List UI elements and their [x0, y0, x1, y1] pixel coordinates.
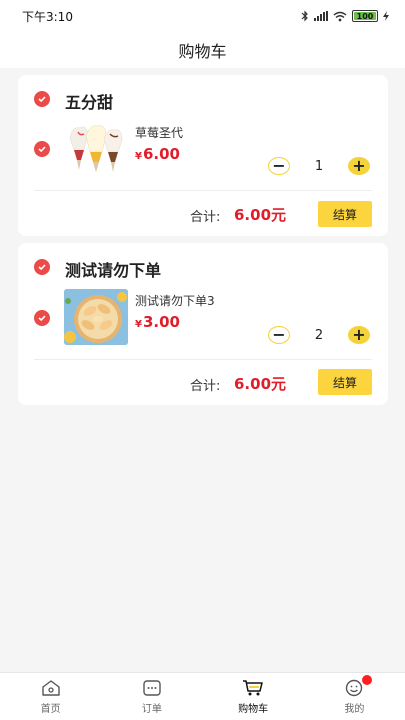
shop-select-checkbox[interactable] [34, 91, 50, 107]
product-price: ¥6.00 [135, 145, 180, 163]
tab-orders[interactable]: 订单 [101, 673, 202, 720]
tab-label: 订单 [141, 704, 162, 715]
status-icons: 100 [301, 10, 389, 22]
price-value: 6.00 [142, 145, 180, 163]
checkout-button[interactable]: 结算 [318, 369, 372, 395]
divider [34, 190, 372, 191]
total-label: 合计: [190, 210, 221, 225]
product-price: ¥3.00 [135, 313, 180, 331]
checkout-button[interactable]: 结算 [318, 201, 372, 227]
shop-name: 五分甜 [65, 93, 114, 112]
price-value: 3.00 [142, 313, 180, 331]
plus-icon: + [352, 156, 366, 175]
tab-label: 首页 [40, 704, 61, 715]
home-icon [40, 678, 62, 698]
cart-icon [242, 678, 264, 698]
total-value: 6.00元 [234, 206, 287, 224]
item-select-checkbox[interactable] [34, 141, 50, 157]
check-icon [38, 96, 46, 103]
plus-icon: + [352, 325, 366, 344]
quantity-value: 1 [314, 159, 324, 174]
check-icon [38, 146, 46, 153]
product-image[interactable] [64, 289, 128, 345]
tab-label: 我的 [344, 704, 365, 715]
quantity-value: 2 [314, 328, 324, 343]
shop-name: 测试请勿下单 [65, 261, 162, 280]
tab-home[interactable]: 首页 [0, 673, 101, 720]
wifi-icon [333, 11, 347, 21]
decrease-quantity-button[interactable]: − [268, 326, 290, 344]
nav-bar: 购物车 [0, 32, 405, 68]
item-select-checkbox[interactable] [34, 310, 50, 326]
status-time: 下午3:10 [22, 9, 73, 24]
shop-select-checkbox[interactable] [34, 259, 50, 275]
decrease-quantity-button[interactable]: − [268, 157, 290, 175]
minus-icon: − [272, 156, 286, 175]
bottom-tab-bar: 首页 订单 购物车 我的 [0, 672, 405, 720]
product-name: 草莓圣代 [135, 126, 184, 140]
currency-symbol: ¥ [135, 319, 142, 330]
sundae-image [69, 125, 123, 172]
product-name: 测试请勿下单3 [135, 294, 215, 308]
minus-icon: − [272, 325, 286, 344]
currency-symbol: ¥ [135, 151, 142, 162]
cart-card: 五分甜 草莓圣代 ¥6.00 − 1 + 合计: 6.00元 结算 [18, 75, 388, 236]
order-icon [141, 678, 163, 698]
page-title: 购物车 [178, 42, 227, 61]
product-image[interactable] [64, 120, 128, 176]
tab-profile[interactable]: 我的 [304, 673, 405, 720]
bluetooth-icon [301, 10, 308, 22]
tab-label: 购物车 [238, 704, 269, 715]
check-icon [38, 315, 46, 322]
notification-dot [361, 675, 372, 685]
increase-quantity-button[interactable]: + [348, 326, 370, 344]
signal-icon [314, 11, 328, 21]
check-icon [38, 264, 46, 271]
increase-quantity-button[interactable]: + [348, 157, 370, 175]
tart-image [64, 289, 128, 345]
tab-cart[interactable]: 购物车 [203, 673, 304, 720]
status-bar: 下午3:10 100 [0, 0, 405, 32]
charging-icon [383, 11, 389, 21]
total-label: 合计: [190, 379, 221, 394]
total-value: 6.00元 [234, 375, 287, 393]
battery-icon: 100 [352, 10, 378, 22]
cart-card: 测试请勿下单 测试请勿下单3 ¥3.00 − 2 + 合计: 6.00元 结算 [18, 243, 388, 405]
divider [34, 359, 372, 360]
